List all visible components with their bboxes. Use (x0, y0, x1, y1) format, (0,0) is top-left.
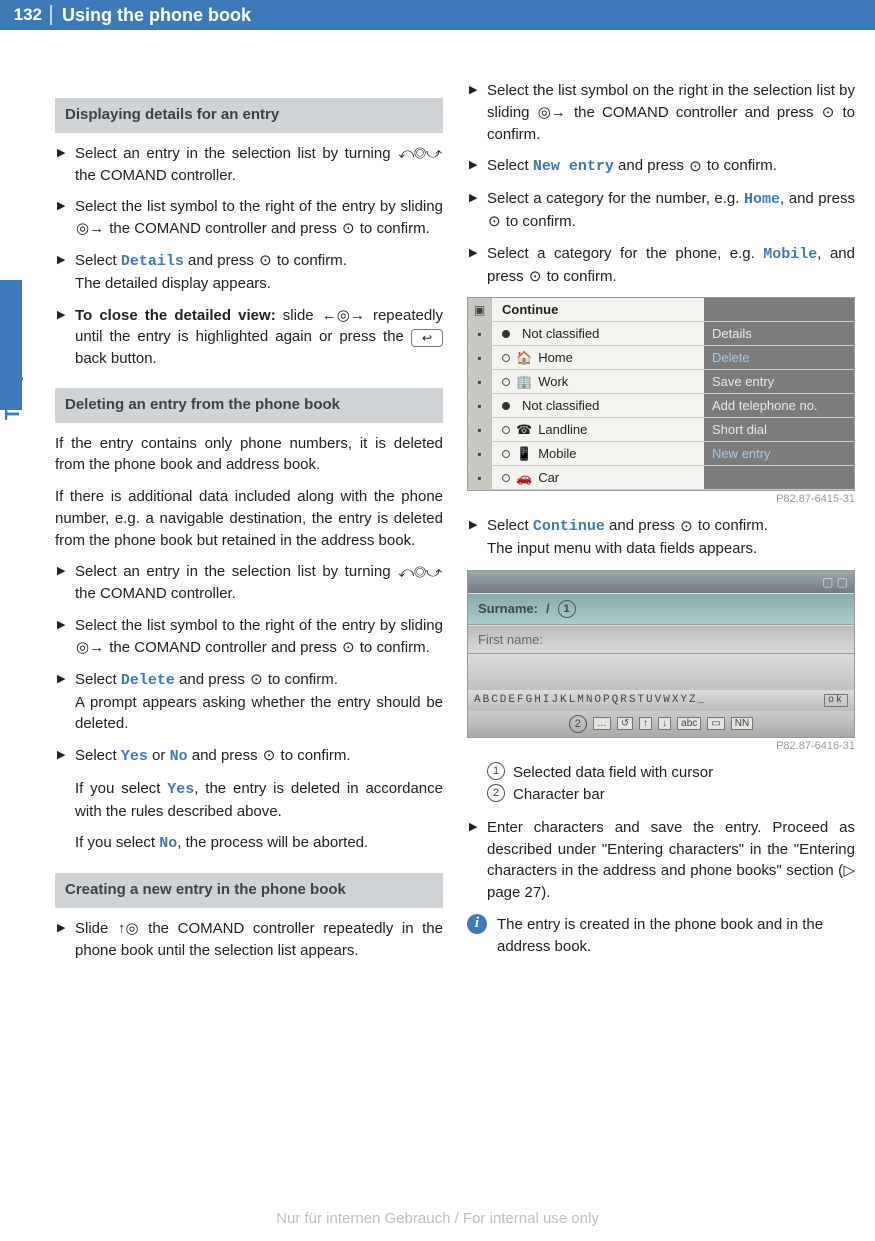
press-icon: ⊙ (342, 637, 355, 659)
slide-right-icon: ◎→ (76, 637, 104, 659)
ui-new-entry: New entry (533, 158, 614, 175)
step: Slide ↑◎ the COMAND controller repeatedl… (55, 918, 443, 962)
figure-category-menu: ▣Continue▪Not classifiedDetails▪🏠HomeDel… (467, 297, 855, 491)
ui-no: No (170, 748, 188, 765)
section-title-creating: Creating a new entry in the phone book (55, 873, 443, 908)
ui-mobile: Mobile (763, 246, 817, 263)
slide-right-icon: ◎→ (76, 218, 104, 240)
step: Select the list symbol to the right of t… (55, 196, 443, 240)
ui-details: Details (121, 253, 184, 270)
ui-delete: Delete (121, 672, 175, 689)
slide-up-icon: ↑◎ (118, 918, 139, 940)
press-icon: ⊙ (689, 156, 702, 178)
step: Select a category for the number, e.g. H… (467, 188, 855, 233)
figure-caption: P82.87-6415-31 (467, 493, 855, 505)
fig2-character-bar: ABCDEFGHIJKLMNOPQRSTUVWXYZ_ok (468, 690, 854, 711)
press-icon: ⊙ (680, 516, 693, 538)
figure-input-menu: ▢ ▢ Surname:/1 First name: ABCDEFGHIJKLM… (467, 570, 855, 738)
press-icon: ⊙ (488, 211, 501, 233)
step: Select New entry and press ⊙ to confirm. (467, 155, 855, 178)
callout-1-icon: 1 (558, 600, 576, 618)
paragraph: If the entry contains only phone numbers… (55, 433, 443, 477)
step: Select the list symbol to the right of t… (55, 615, 443, 659)
fig2-topbar: ▢ ▢ (468, 571, 854, 593)
ui-yes: Yes (121, 748, 148, 765)
step: Select Continue and press ⊙ to confirm. … (467, 515, 855, 560)
footer-watermark: Nur für internen Gebrauch / For internal… (0, 1210, 875, 1227)
press-icon: ⊙ (822, 102, 835, 124)
ui-home: Home (744, 191, 780, 208)
section-title-display-details: Displaying details for an entry (55, 98, 443, 133)
turn-icon: ⤺◎⤻ (398, 143, 442, 165)
fig2-symbol-row: 2 …↺↑↓abc▭NN (468, 711, 854, 737)
header-divider (50, 5, 52, 25)
callout-2-icon: 2 (569, 715, 587, 733)
paragraph: If you select No, the process will be ab… (55, 832, 443, 855)
figure-caption: P82.87-6416-31 (467, 740, 855, 752)
step: To close the detailed view: slide ←◎→ re… (55, 305, 443, 370)
step: Enter characters and save the entry. Pro… (467, 817, 855, 904)
step: Select Delete and press ⊙ to confirm. A … (55, 669, 443, 735)
step: Select Yes or No and press ⊙ to confirm. (55, 745, 443, 768)
turn-icon: ⤺◎⤻ (398, 562, 442, 584)
step: Select an entry in the selection list by… (55, 143, 443, 187)
info-note: i The entry is created in the phone book… (467, 914, 855, 958)
step: Select Details and press ⊙ to confirm. T… (55, 250, 443, 295)
paragraph: If you select Yes, the entry is deleted … (55, 778, 443, 823)
step: Select a category for the phone, e.g. Mo… (467, 243, 855, 288)
press-icon: ⊙ (263, 745, 276, 767)
info-icon: i (467, 914, 487, 934)
step: Select the list symbol on the right in t… (467, 80, 855, 145)
press-icon: ⊙ (250, 669, 263, 691)
slide-lr-icon: ←◎→ (322, 305, 365, 327)
press-icon: ⊙ (529, 266, 542, 288)
step: Select an entry in the selection list by… (55, 561, 443, 605)
back-button-icon: ↩ (411, 329, 443, 347)
page-header: 132 Using the phone book (0, 0, 875, 30)
figure-legend: 1Selected data field with cursor 2Charac… (487, 762, 855, 807)
chapter-title: Using the phone book (52, 5, 251, 26)
press-icon: ⊙ (342, 218, 355, 240)
ui-continue: Continue (533, 518, 605, 535)
fig2-surname-field: Surname:/1 (468, 593, 854, 625)
press-icon: ⊙ (259, 250, 272, 272)
slide-right-icon: ◎→ (538, 102, 566, 124)
fig2-firstname-field: First name: (468, 625, 854, 654)
section-title-deleting: Deleting an entry from the phone book (55, 388, 443, 423)
page-number: 132 (0, 5, 50, 25)
paragraph: If there is additional data included alo… (55, 486, 443, 551)
side-label: Telephone (2, 321, 25, 420)
